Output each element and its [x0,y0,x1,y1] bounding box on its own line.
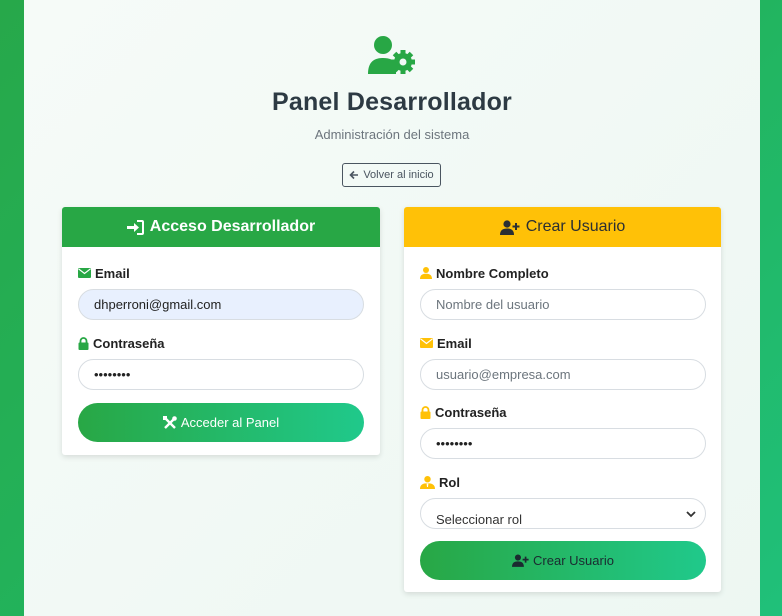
lock-icon [78,336,89,350]
login-email-label: Email [78,265,364,281]
back-home-button[interactable]: Volver al inicio [342,163,441,187]
lock-icon [420,405,431,419]
create-email-label: Email [420,335,705,351]
role-select-value: Seleccionar rol [436,512,522,527]
role-select[interactable]: Seleccionar rol [420,498,706,529]
login-card-header: Acceso Desarrollador [62,207,380,247]
create-email-input[interactable] [420,359,706,390]
envelope-icon [420,338,433,348]
fullname-input[interactable] [420,289,706,320]
developer-login-card: Acceso Desarrollador Email Contraseña [62,207,380,455]
create-card-header: Crear Usuario [404,207,721,247]
user-plus-icon [499,219,520,235]
create-card-title: Crear Usuario [525,218,626,235]
page-container: Panel Desarrollador Administración del s… [24,0,760,616]
arrow-left-icon [349,170,359,180]
page-title: Panel Desarrollador [271,88,512,116]
login-password-label: Contraseña [78,335,364,351]
create-password-label: Contraseña [420,404,705,420]
create-password-input[interactable] [420,428,706,459]
page-subtitle: Administración del sistema [314,127,470,142]
role-label: Rol [420,474,705,490]
chevron-down-icon [686,511,696,518]
create-user-label: Crear Usuario [533,553,614,568]
create-user-card: Crear Usuario Nombre Completo Email [404,207,721,592]
tools-icon [162,415,177,429]
access-panel-label: Acceder al Panel [180,415,280,430]
access-panel-button[interactable]: Acceder al Panel [78,403,364,442]
login-email-input[interactable] [78,289,364,320]
user-plus-icon [512,554,529,567]
fullname-label: Nombre Completo [420,265,705,281]
user-tie-icon [420,475,435,489]
sign-in-icon [126,219,144,235]
login-card-title: Acceso Desarrollador [149,218,316,235]
user-gear-icon [368,36,415,74]
user-icon [420,267,432,279]
login-password-input[interactable] [78,359,364,390]
envelope-icon [78,268,91,278]
create-user-button[interactable]: Crear Usuario [420,541,706,580]
back-home-label: Volver al inicio [363,169,434,181]
